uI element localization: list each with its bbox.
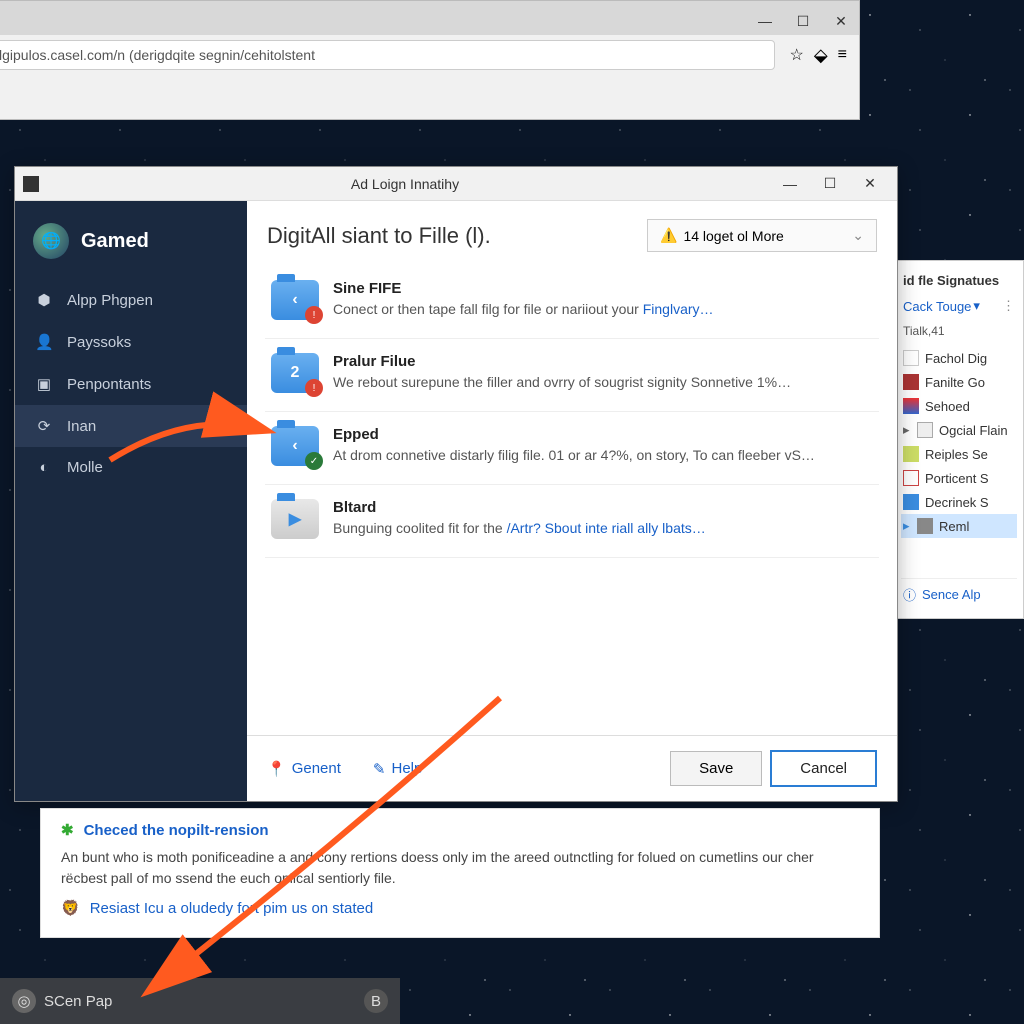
dialog-window: Ad Loign Innatihy — ☐ ✕ 🌐 Gamed ⬢Alpp Ph… [14, 166, 898, 802]
list-item[interactable]: ▸Ogcial Flain [901, 418, 1017, 442]
play-folder-icon: ▶ [271, 499, 319, 539]
genent-link[interactable]: 📍Genent [267, 760, 341, 778]
list-item[interactable]: Reiples Se [901, 442, 1017, 466]
menu-icon[interactable]: ≡ [838, 46, 847, 64]
item-list: ‹! Sine FIFEConect or then tape fall fil… [247, 266, 897, 558]
right-panel-dropdown[interactable]: Cack Touge ▾ ⋮ [901, 292, 1017, 320]
dialog-titlebar: Ad Loign Innatihy — ☐ ✕ [15, 167, 897, 201]
alert-badge-icon: ! [305, 306, 323, 324]
taskbar: ◎ SCen Pap B [0, 978, 400, 1024]
sidebar-item-inan[interactable]: ⟳Inan [15, 405, 247, 447]
dialog-title: Ad Loign Innatihy [39, 176, 771, 192]
right-panel-footer[interactable]: ⓘ Sence Alp [901, 578, 1017, 610]
item-title: Bltard [333, 499, 873, 520]
main-panel: DigitAll siant to Fille (l). ⚠️14 loget … [247, 201, 897, 801]
save-button[interactable]: Save [670, 751, 762, 786]
taskbar-app-icon: ◎ [12, 989, 36, 1013]
chevron-icon: ⌄ [852, 227, 864, 244]
list-item[interactable]: ‹✓ EppedAt drom connetive distarly filig… [265, 412, 879, 485]
star-icon[interactable]: ☆ [789, 45, 803, 65]
sidebar-logo: 🌐 Gamed [15, 211, 247, 279]
chevron-down-icon: ▾ [973, 298, 980, 314]
minimize-icon[interactable]: — [747, 7, 783, 35]
sidebar-item-payssoks[interactable]: 👤Payssoks [15, 321, 247, 363]
item-desc: Bunguing coolited fit for the /Artr? Sbo… [333, 520, 873, 536]
dialog-maximize-icon[interactable]: ☐ [811, 170, 849, 198]
maximize-icon[interactable]: ☐ [785, 7, 821, 35]
list-item[interactable]: ‹! Sine FIFEConect or then tape fall fil… [265, 266, 879, 339]
filter-dropdown[interactable]: ⚠️14 loget ol More ⌄ [647, 219, 877, 252]
item-title: Pralur Filue [333, 353, 873, 374]
browser-window: ley lxlam e × — ☐ ✕ → ⟳ 🔒 helgipulos.cas… [0, 0, 860, 120]
item-desc: We rebout surepune the filler and ovrry … [333, 374, 873, 390]
dialog-footer: 📍Genent ✎Help Save Cancel [247, 735, 897, 801]
folder-icon: ‹✓ [271, 426, 319, 466]
info-icon: ⓘ [903, 585, 916, 604]
half-circle-icon: ◐ [35, 459, 53, 476]
square-icon: ▣ [35, 375, 53, 393]
help-link[interactable]: ✎Help [373, 760, 422, 778]
list-item[interactable]: Fanilte Go [901, 370, 1017, 394]
list-item[interactable]: ▶ BltardBunguing coolited fit for the /A… [265, 485, 879, 558]
dialog-minimize-icon[interactable]: — [771, 170, 809, 198]
page-title: DigitAll siant to Fille (l). [267, 223, 637, 249]
logo-icon: 🌐 [33, 223, 69, 259]
close-icon[interactable]: ✕ [823, 7, 859, 35]
dialog-close-icon[interactable]: ✕ [851, 170, 889, 198]
item-desc: At drom connetive distarly filig file. 0… [333, 447, 873, 463]
item-title: Epped [333, 426, 873, 447]
item-desc: Conect or then tape fall filg for file o… [333, 301, 873, 317]
address-input[interactable]: 🔒 helgipulos.casel.com/n (derigdqite seg… [0, 40, 775, 70]
right-panel-dropdown-label: Cack Touge [903, 299, 971, 314]
sidebar-item-molle[interactable]: ◐Molle [15, 447, 247, 488]
item-link[interactable]: /Artr? Sbout inte riall ally lbats… [507, 520, 706, 536]
item-title: Sine FIFE [333, 280, 873, 301]
pin-icon: 📍 [267, 760, 286, 778]
dialog-app-icon [23, 176, 39, 192]
address-bar-row: → ⟳ 🔒 helgipulos.casel.com/n (derigdqite… [0, 35, 859, 75]
alert-badge-icon: ! [305, 379, 323, 397]
sidebar: 🌐 Gamed ⬢Alpp Phgpen 👤Payssoks ▣Penponta… [15, 201, 247, 801]
list-item[interactable]: Porticent S [901, 466, 1017, 490]
list-item[interactable]: ▸Reml [901, 514, 1017, 538]
browser-window-controls: — ☐ ✕ [747, 7, 859, 35]
list-item[interactable]: 2! Pralur FilueWe rebout surepune the fi… [265, 339, 879, 412]
folder-icon: ‹! [271, 280, 319, 320]
bottom-link[interactable]: 🦁 Resiast Icu a oludedy fort pim us on s… [61, 899, 859, 917]
sidebar-item-alpp[interactable]: ⬢Alpp Phgpen [15, 279, 247, 321]
right-panel-header: id fle Signatues [901, 269, 1017, 292]
url-text: helgipulos.casel.com/n (derigdqite segni… [0, 47, 315, 63]
cancel-button[interactable]: Cancel [770, 750, 877, 787]
logo-text: Gamed [81, 230, 149, 253]
taskbar-b-icon[interactable]: B [364, 989, 388, 1013]
check-badge-icon: ✓ [305, 452, 323, 470]
folder-icon: 2! [271, 353, 319, 393]
list-item[interactable]: Decrinek S [901, 490, 1017, 514]
person-icon: 👤 [35, 333, 53, 351]
bottom-heading[interactable]: ✱ Checed the nopilt-rension [61, 821, 859, 847]
extension-icon[interactable]: ⬙ [814, 45, 828, 66]
item-link[interactable]: Finglvary… [643, 301, 714, 317]
list-item[interactable]: Fachol Dig [901, 346, 1017, 370]
refresh-icon: ⟳ [35, 417, 53, 435]
warning-icon: ⚠️ [660, 227, 677, 244]
list-item[interactable]: Sehoed [901, 394, 1017, 418]
sidebar-item-penpontants[interactable]: ▣Penpontants [15, 363, 247, 405]
bottom-content-strip: ✱ Checed the nopilt-rension An bunt who … [40, 808, 880, 938]
lion-icon: 🦁 [61, 899, 80, 917]
right-panel: id fle Signatues Cack Touge ▾ ⋮ Tialk,41… [894, 260, 1024, 619]
tab-bar: ley lxlam e × — ☐ ✕ [0, 1, 859, 35]
hexagon-icon: ⬢ [35, 291, 53, 309]
pencil-icon: ✎ [373, 760, 386, 778]
taskbar-item[interactable]: ◎ SCen Pap [12, 989, 112, 1013]
bottom-body-text: An bunt who is moth ponificeadine a and … [61, 847, 859, 899]
right-panel-sub: Tialk,41 [901, 320, 1017, 346]
puzzle-icon: ✱ [61, 821, 74, 839]
